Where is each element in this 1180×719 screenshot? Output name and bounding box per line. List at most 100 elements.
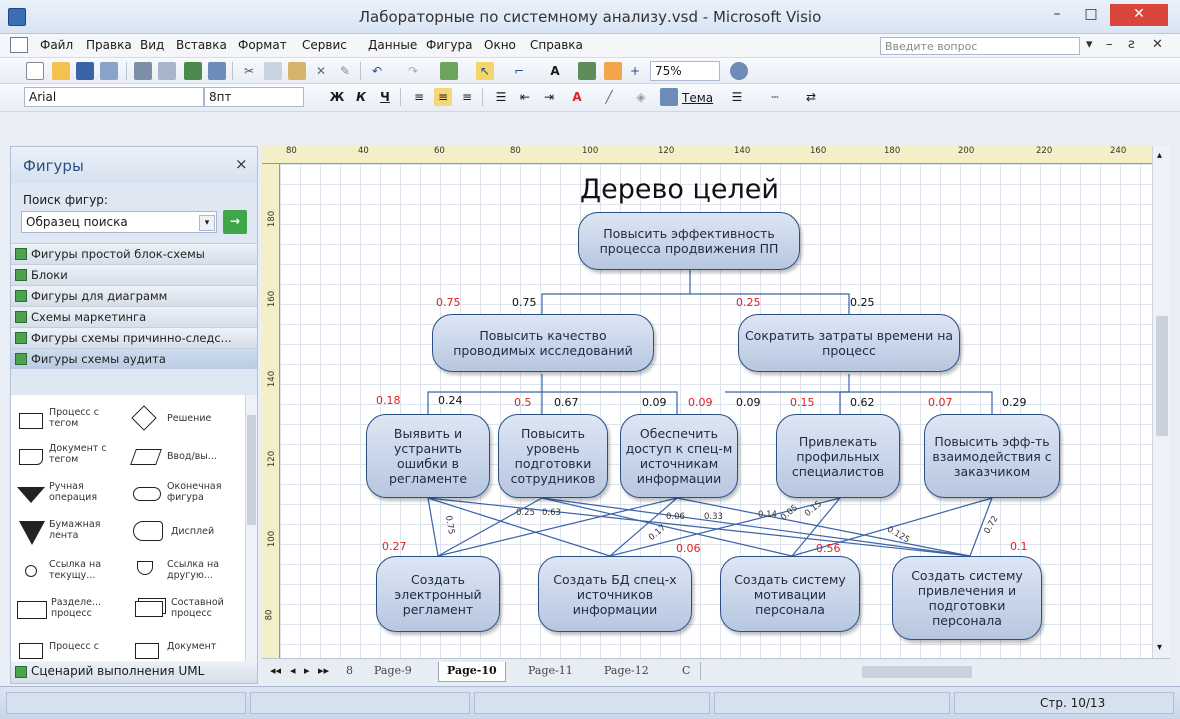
stencil-charts[interactable]: Фигуры для диаграмм <box>11 285 257 306</box>
line-pattern-icon[interactable]: ┅ <box>766 88 784 106</box>
help-icon[interactable] <box>730 62 748 80</box>
decrease-indent-icon[interactable]: ⇤ <box>516 88 534 106</box>
menu-data[interactable]: Данные <box>368 38 417 52</box>
theme-icon[interactable] <box>660 88 678 106</box>
paper-tape-shape[interactable] <box>19 521 45 545</box>
stencil-scrollbar[interactable] <box>245 395 257 661</box>
connector-line[interactable] <box>427 497 611 557</box>
search-go-button[interactable]: → <box>223 210 247 234</box>
stamp-icon[interactable] <box>578 62 596 80</box>
tab-page-11[interactable]: Page-11 <box>520 662 581 682</box>
pointer-tool-icon[interactable]: ↖ <box>476 62 494 80</box>
menu-view[interactable]: Вид <box>140 38 164 52</box>
pan-zoom-icon[interactable] <box>604 62 622 80</box>
maximize-button[interactable]: □ <box>1074 4 1108 26</box>
menu-file[interactable]: Файл <box>40 38 73 52</box>
minimize-button[interactable]: – <box>1040 4 1074 26</box>
stencil-audit[interactable]: Фигуры схемы аудита <box>11 348 257 369</box>
fill-color-icon[interactable]: ◈ <box>632 88 650 106</box>
shapes-window-icon[interactable] <box>440 62 458 80</box>
off-page-reference-shape[interactable] <box>137 561 153 575</box>
menu-format[interactable]: Формат <box>238 38 287 52</box>
connector-line[interactable] <box>725 374 850 393</box>
goal-l1-quality-node[interactable]: Повысить качество проводимых исследовани… <box>432 314 654 372</box>
tab-page-9[interactable]: Page-9 <box>366 662 420 682</box>
tab-page-12[interactable]: Page-12 <box>596 662 657 682</box>
line-weight-icon[interactable]: ☰ <box>728 88 746 106</box>
align-right-icon[interactable]: ≡ <box>458 88 476 106</box>
scrollbar-thumb[interactable] <box>1156 316 1168 436</box>
goal-l1-time-node[interactable]: Сократить затраты времени на процесс <box>738 314 960 372</box>
mdi-close-button[interactable]: ✕ <box>1152 37 1163 52</box>
theme-button[interactable]: Тема <box>682 91 713 105</box>
tab-page-8[interactable]: 8 <box>338 662 361 682</box>
manual-operation-shape[interactable] <box>17 487 45 503</box>
diagram-title[interactable]: Дерево целей <box>580 174 779 205</box>
font-name-select[interactable]: Arial <box>24 87 204 107</box>
increase-indent-icon[interactable]: ⇥ <box>540 88 558 106</box>
tagged-document-shape[interactable] <box>19 449 43 465</box>
vertical-scrollbar[interactable]: ▴ ▾ <box>1152 146 1170 658</box>
scroll-up-icon[interactable]: ▴ <box>1157 150 1162 161</box>
line-ends-icon[interactable]: ⇄ <box>802 88 820 106</box>
goal-l2-specialists-node[interactable]: Привлекать профильных специалистов <box>776 414 900 498</box>
italic-button[interactable]: К <box>352 88 370 106</box>
copy-icon[interactable] <box>264 62 282 80</box>
scrollbar-thumb[interactable] <box>862 666 972 678</box>
underline-button[interactable]: Ч <box>376 88 394 106</box>
menu-insert[interactable]: Вставка <box>176 38 227 52</box>
line-color-icon[interactable]: ╱ <box>600 88 618 106</box>
format-painter-icon[interactable]: ✎ <box>336 62 354 80</box>
search-shapes-input[interactable]: Образец поиска <box>21 211 217 233</box>
goal-l2-client-node[interactable]: Повысить эфф-ть взаимодействия с заказчи… <box>924 414 1060 498</box>
connector-line[interactable] <box>437 497 678 557</box>
menu-edit[interactable]: Правка <box>86 38 132 52</box>
permission-icon[interactable] <box>100 62 118 80</box>
connector-line[interactable] <box>839 391 849 414</box>
goal-root-node[interactable]: Повысить эффективность процесса продвиже… <box>578 212 800 270</box>
document-shape[interactable] <box>135 643 159 659</box>
stencil-marketing[interactable]: Схемы маркетинга <box>11 306 257 327</box>
connector-line[interactable] <box>609 497 841 557</box>
delete-icon[interactable]: ✕ <box>312 62 330 80</box>
redo-icon[interactable]: ↷ <box>404 62 422 80</box>
prev-page-button[interactable]: ◂ <box>290 664 296 677</box>
menu-window[interactable]: Окно <box>484 38 516 52</box>
goal-l2-errors-node[interactable]: Выявить и устранить ошибки в регламенте <box>366 414 490 498</box>
chevron-down-icon[interactable]: ▾ <box>199 215 215 231</box>
close-button[interactable]: ✕ <box>1110 4 1168 26</box>
goal-l3-database-node[interactable]: Создать БД спец-х источников информации <box>538 556 692 632</box>
compound-process-shape[interactable] <box>135 601 163 617</box>
zoom-select[interactable]: 75% <box>650 61 720 81</box>
close-icon[interactable]: × <box>235 155 248 173</box>
next-page-button[interactable]: ▸ <box>304 664 310 677</box>
stencil-cause-effect[interactable]: Фигуры схемы причинно-следс... <box>11 327 257 348</box>
menu-shape[interactable]: Фигура <box>426 38 473 52</box>
mdi-dropdown-icon[interactable]: ▾ <box>1086 37 1093 52</box>
help-question-input[interactable]: Введите вопрос <box>880 37 1080 55</box>
mdi-minimize-button[interactable]: – <box>1106 37 1113 52</box>
tab-page-c[interactable]: C <box>674 662 698 682</box>
align-left-icon[interactable]: ≡ <box>410 88 428 106</box>
goal-l3-regulation-node[interactable]: Создать электронный регламент <box>376 556 500 632</box>
stencil-uml-scenario[interactable]: Сценарий выполнения UML <box>11 661 257 683</box>
goal-l2-access-node[interactable]: Обеспечить доступ к спец-м источникам ин… <box>620 414 738 498</box>
subprocess-shape[interactable] <box>17 601 47 619</box>
text-tool-icon[interactable]: A <box>546 62 564 80</box>
tab-page-10[interactable]: Page-10 <box>438 662 506 682</box>
display-shape[interactable] <box>133 521 163 541</box>
connector-line[interactable] <box>541 270 691 314</box>
connector-tool-icon[interactable]: ⌐ <box>510 62 528 80</box>
zoom-in-icon[interactable]: + <box>626 62 644 80</box>
print-icon[interactable] <box>134 62 152 80</box>
scroll-down-icon[interactable]: ▾ <box>1157 642 1162 653</box>
document-icon[interactable] <box>10 37 28 53</box>
paste-icon[interactable] <box>288 62 306 80</box>
align-center-icon[interactable]: ≡ <box>434 88 452 106</box>
menu-tools[interactable]: Сервис <box>302 38 347 52</box>
connector-line[interactable] <box>427 497 439 557</box>
print-preview-icon[interactable] <box>158 62 176 80</box>
bullets-icon[interactable]: ☰ <box>492 88 510 106</box>
process-shape[interactable] <box>19 643 43 659</box>
data-io-shape[interactable] <box>130 449 162 465</box>
